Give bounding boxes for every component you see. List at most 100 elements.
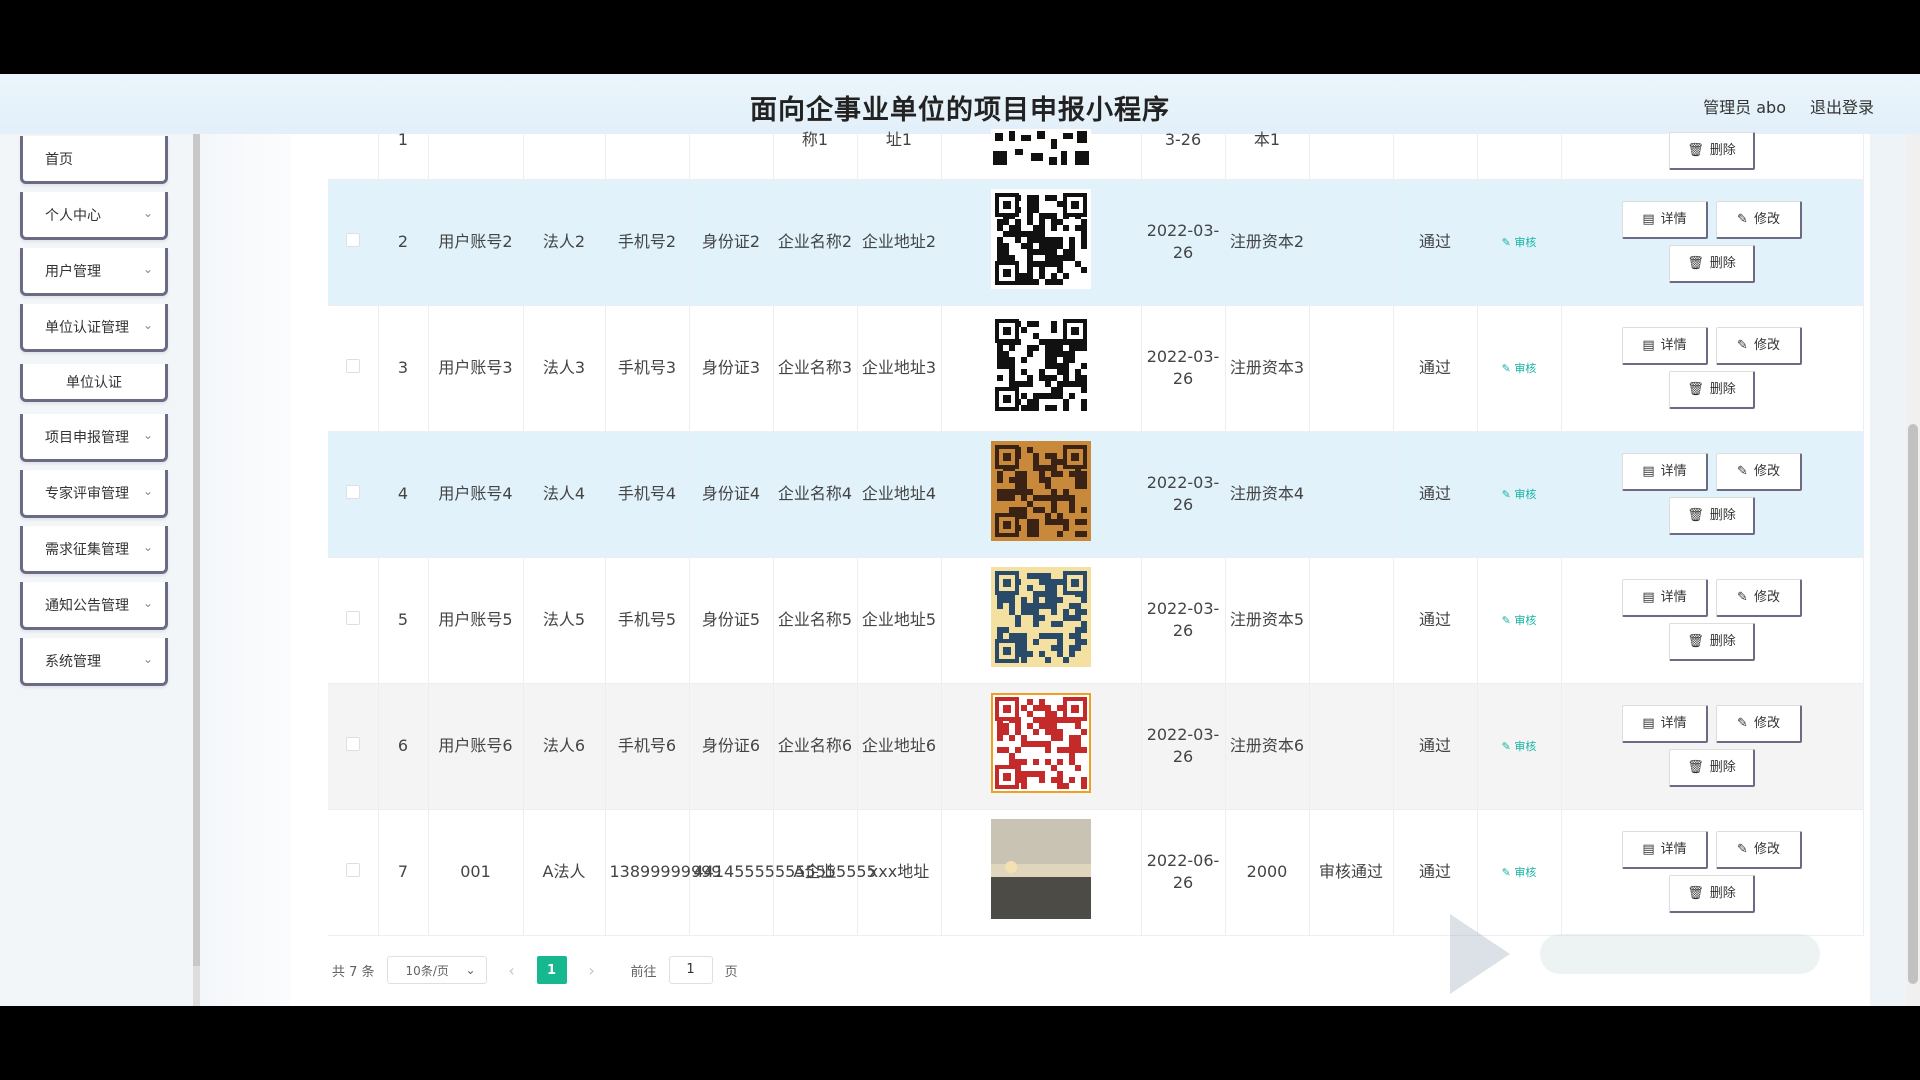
row-checkbox[interactable] — [345, 359, 360, 373]
edit-pen-icon: ✎ — [1501, 488, 1515, 501]
table-row[interactable]: 4 用户账号4 法人4 手机号4 身份证4 企业名称4 企业地址4 2022-03-26 注册资… — [328, 431, 1864, 558]
sidebar-item-label: 专家评审管理 — [45, 485, 129, 502]
next-page-button[interactable]: › — [579, 961, 605, 980]
row-index: 1 — [378, 129, 429, 180]
reply-cell — [1309, 179, 1394, 306]
sidebar-item-8[interactable]: 通知公告管理 ⌄ — [20, 582, 168, 630]
sidebar-item-5[interactable]: 项目申报管理 ⌄ — [20, 414, 168, 462]
landscape-photo-image — [991, 819, 1091, 919]
legal-cell: A法人 — [523, 809, 606, 936]
edit-button[interactable]: ✎ 修改 — [1716, 579, 1802, 617]
sidebar-item-3[interactable]: 单位认证管理 ⌄ — [20, 304, 168, 352]
reply-cell — [1309, 431, 1394, 558]
table-row[interactable]: 3 用户账号3 法人3 手机号3 身份证3 企业名称3 企业地址3 2022-03-26 注册资… — [328, 305, 1864, 432]
edit-button[interactable]: ✎ 修改 — [1716, 453, 1802, 491]
sidebar-item-label: 系统管理 — [45, 653, 101, 670]
row-checkbox[interactable] — [345, 485, 360, 499]
audit-link[interactable]: ✎ 审核 — [1502, 236, 1537, 249]
edit-button[interactable]: ✎ 修改 — [1716, 327, 1802, 365]
delete-button[interactable]: 🗑 删除 — [1669, 371, 1755, 409]
idcard-cell: 身份证4 — [689, 431, 774, 558]
sidebar-item-4[interactable]: 单位认证 — [20, 364, 168, 402]
delete-button[interactable]: 🗑 删除 — [1669, 245, 1755, 283]
document-icon: ▤ — [1642, 211, 1655, 227]
chevron-down-icon: ⌄ — [142, 652, 153, 666]
audit-link[interactable]: ✎ 审核 — [1502, 614, 1537, 627]
edit-button[interactable]: ✎ 修改 — [1716, 705, 1802, 743]
chevron-down-icon: ⌄ — [142, 262, 153, 276]
logout-button[interactable]: 退出登录 — [1810, 94, 1874, 118]
row-index: 2 — [378, 179, 429, 306]
chevron-down-icon: ⌄ — [142, 484, 153, 498]
sidebar-item-label: 单位认证管理 — [45, 319, 129, 336]
top-header: 面向企事业单位的项目申报小程序 管理员 abo 退出登录 — [0, 74, 1920, 134]
detail-button[interactable]: ▤ 详情 — [1622, 705, 1708, 743]
idcard-cell: 身份证6 — [689, 683, 774, 810]
sidebar-item-6[interactable]: 专家评审管理 ⌄ — [20, 470, 168, 518]
row-checkbox[interactable] — [345, 863, 360, 877]
detail-button[interactable]: ▤ 详情 — [1622, 831, 1708, 869]
row-checkbox[interactable] — [345, 737, 360, 751]
goto-prefix: 前往 — [630, 964, 657, 980]
sidebar-item-2[interactable]: 用户管理 ⌄ — [20, 248, 168, 296]
date-cell: 2022-03-26 — [1141, 179, 1226, 306]
edit-pen-icon: ✎ — [1737, 841, 1748, 857]
row-index: 5 — [378, 557, 429, 684]
audit-link[interactable]: ✎ 审核 — [1502, 740, 1537, 753]
qr-code-image — [991, 189, 1091, 289]
edit-button[interactable]: ✎ 修改 — [1716, 201, 1802, 239]
audit-link[interactable]: ✎ 审核 — [1502, 866, 1537, 879]
detail-button[interactable]: ▤ 详情 — [1622, 327, 1708, 365]
row-checkbox[interactable] — [345, 611, 360, 625]
audit-link[interactable]: ✎ 审核 — [1502, 488, 1537, 501]
address-cell: 企业地址3 — [857, 305, 942, 432]
company-cell: 企业名称5 — [773, 557, 858, 684]
page-size-select[interactable]: 10条/页 ⌄ — [386, 956, 487, 984]
company-cell: 企业名称6 — [773, 683, 858, 810]
delete-button[interactable]: 🗑 删除 — [1669, 875, 1755, 913]
status-cell: 通过 — [1393, 179, 1478, 306]
account-cell: 用户账号4 — [428, 431, 524, 558]
table-row[interactable]: 2 用户账号2 法人2 手机号2 身份证2 企业名称2 企业地址2 2022-03-26 注册资… — [328, 179, 1864, 306]
table-row[interactable]: 6 用户账号6 法人6 手机号6 身份证6 企业名称6 企业地址6 2022-03-26 注册资… — [328, 683, 1864, 810]
table-row: 1 称1 址1 3-26 本1 🗑 删除 — [328, 129, 1864, 180]
phone-cell: 手机号3 — [605, 305, 690, 432]
sidebar-item-label: 需求征集管理 — [45, 541, 129, 558]
sidebar-item-0[interactable]: 首页 — [20, 136, 168, 184]
goto-suffix: 页 — [724, 964, 738, 980]
reply-cell — [1309, 683, 1394, 810]
date-cell: 2022-06-26 — [1141, 809, 1226, 936]
delete-button[interactable]: 🗑 删除 — [1669, 749, 1755, 787]
chevron-down-icon: ⌄ — [142, 540, 153, 554]
delete-button[interactable]: 🗑 删除 — [1669, 497, 1755, 535]
main-scroll-thumb[interactable] — [1908, 424, 1918, 984]
idcard-cell: 身份证5 — [689, 557, 774, 684]
date-cell: 2022-03-26 — [1141, 683, 1226, 810]
watermark-logo — [1450, 914, 1820, 994]
status-cell: 通过 — [1393, 557, 1478, 684]
main-scrollbar[interactable] — [1906, 134, 1920, 1006]
document-icon: ▤ — [1642, 337, 1655, 353]
row-checkbox[interactable] — [345, 233, 360, 247]
sidebar-item-7[interactable]: 需求征集管理 ⌄ — [20, 526, 168, 574]
detail-button[interactable]: ▤ 详情 — [1622, 579, 1708, 617]
page-number-current[interactable]: 1 — [536, 956, 567, 984]
goto-page-input[interactable]: 1 — [668, 956, 713, 984]
admin-label[interactable]: 管理员 abo — [1703, 94, 1786, 118]
delete-button[interactable]: 🗑 删除 — [1669, 132, 1755, 170]
sidebar-item-9[interactable]: 系统管理 ⌄ — [20, 638, 168, 686]
total-count: 共 7 条 — [332, 964, 375, 980]
account-cell: 001 — [428, 809, 524, 936]
app-title: 面向企事业单位的项目申报小程序 — [750, 95, 1170, 126]
sidebar-item-label: 个人中心 — [45, 207, 101, 224]
audit-link[interactable]: ✎ 审核 — [1502, 362, 1537, 375]
table-row[interactable]: 5 用户账号5 法人5 手机号5 身份证5 企业名称5 企业地址5 2022-03-26 注册资… — [328, 557, 1864, 684]
delete-button[interactable]: 🗑 删除 — [1669, 623, 1755, 661]
sidebar-item-1[interactable]: 个人中心 ⌄ — [20, 192, 168, 240]
legal-cell: 法人2 — [523, 179, 606, 306]
edit-button[interactable]: ✎ 修改 — [1716, 831, 1802, 869]
detail-button[interactable]: ▤ 详情 — [1622, 201, 1708, 239]
prev-page-button[interactable]: ‹ — [499, 961, 525, 980]
detail-button[interactable]: ▤ 详情 — [1622, 453, 1708, 491]
qr-code-image — [991, 693, 1091, 793]
